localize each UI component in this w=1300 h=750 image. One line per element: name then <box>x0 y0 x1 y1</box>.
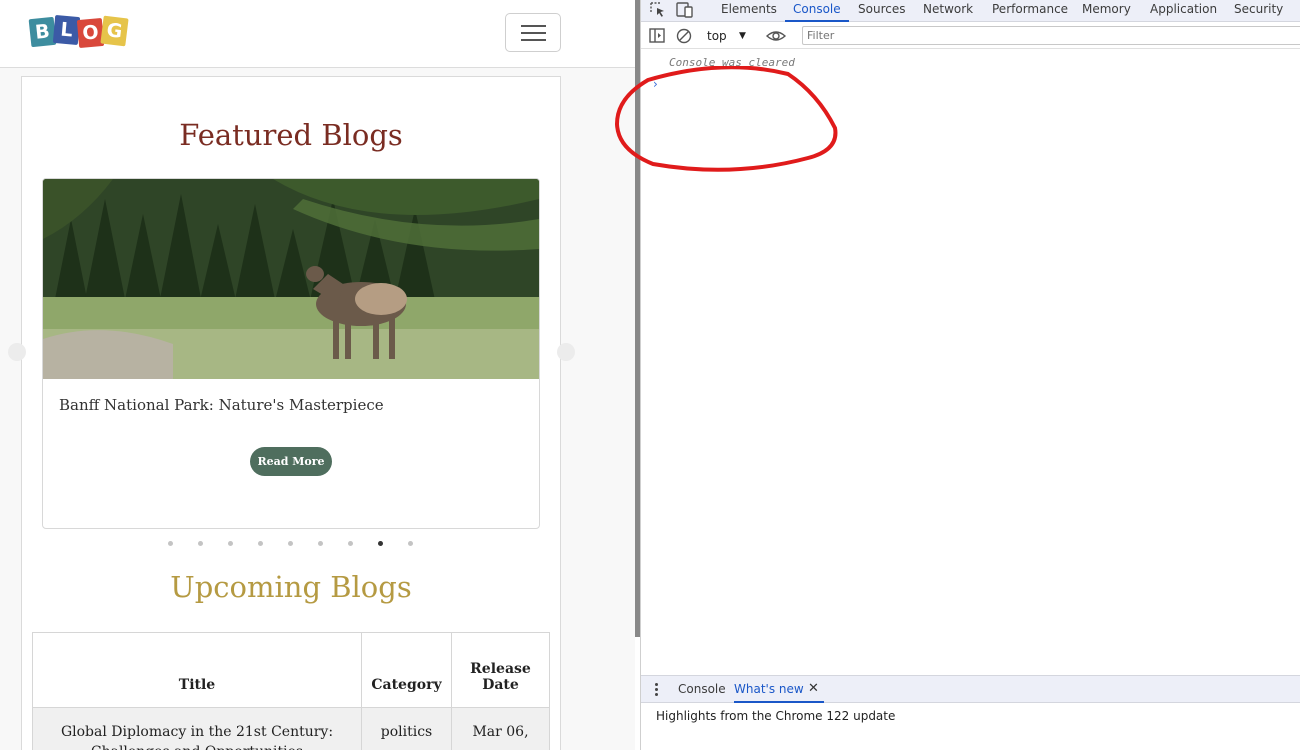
read-more-button[interactable]: Read More <box>250 447 332 476</box>
carousel-indicators <box>168 541 428 549</box>
upcoming-blogs-table: Title Category Release Date Global Diplo… <box>32 632 550 750</box>
featured-carousel: Banff National Park: Nature's Masterpiec… <box>42 178 540 529</box>
menu-toggle-button[interactable] <box>505 13 561 52</box>
tab-performance[interactable]: Performance <box>992 0 1068 22</box>
console-cleared-message: Console was cleared <box>669 56 795 69</box>
console-toolbar: top ▼ <box>641 23 1300 49</box>
hamburger-icon <box>521 25 546 27</box>
blog-page: B L O G Featured Blogs Banff National Pa… <box>0 0 635 750</box>
live-expression-eye-icon[interactable] <box>765 27 787 45</box>
table-cell-title: Global Diplomacy in the 21st Century: Ch… <box>32 707 362 750</box>
carousel-dot[interactable] <box>378 541 383 546</box>
carousel-dot[interactable] <box>198 541 203 546</box>
sidebar-toggle-icon[interactable] <box>648 27 668 45</box>
carousel-dot[interactable] <box>168 541 173 546</box>
context-value: top <box>707 29 727 43</box>
table-row: Global Diplomacy in the 21st Century: Ch… <box>32 707 550 750</box>
carousel-dot[interactable] <box>228 541 233 546</box>
table-cell-release-date: Mar 06, <box>451 707 550 750</box>
inspect-element-icon[interactable] <box>648 1 668 19</box>
carousel-dot[interactable] <box>318 541 323 546</box>
console-prompt-caret-icon[interactable]: › <box>653 77 658 91</box>
featured-blogs-heading: Featured Blogs <box>179 118 403 152</box>
carousel-dot[interactable] <box>288 541 293 546</box>
more-options-icon[interactable] <box>653 682 661 698</box>
table-cell-category: politics <box>361 707 452 750</box>
hamburger-icon-line <box>521 32 546 34</box>
tab-console[interactable]: Console <box>785 0 849 22</box>
column-header-release-date: Release Date <box>451 632 550 708</box>
hamburger-icon-line <box>521 39 546 41</box>
drawer-tab-console[interactable]: Console <box>678 676 726 703</box>
navbar: B L O G <box>0 0 635 68</box>
table-header-row: Title Category Release Date <box>32 632 550 708</box>
logo-letter-l: L <box>52 14 81 46</box>
close-icon[interactable]: ✕ <box>808 682 819 696</box>
devtools-drawer-tabbar: Console What's new ✕ <box>641 675 1300 703</box>
tab-network[interactable]: Network <box>923 0 973 22</box>
devtools-tabbar: Elements Console Sources Network Perform… <box>641 0 1300 22</box>
clear-console-icon[interactable] <box>675 27 695 45</box>
carousel-prev-button[interactable] <box>8 343 26 361</box>
column-header-category: Category <box>361 632 452 708</box>
whats-new-highlights: Highlights from the Chrome 122 update <box>656 709 896 723</box>
slide-image-elk[interactable] <box>43 179 539 379</box>
red-circle-annotation <box>614 66 838 172</box>
logo-letter-g: G <box>100 15 129 47</box>
tab-sources[interactable]: Sources <box>858 0 905 22</box>
upcoming-blogs-heading: Upcoming Blogs <box>170 570 412 604</box>
carousel-dot[interactable] <box>408 541 413 546</box>
logo-letter-o: O <box>76 17 105 49</box>
dropdown-arrow-icon: ▼ <box>739 31 746 41</box>
carousel-dot[interactable] <box>258 541 263 546</box>
logo-letter-b: B <box>28 16 57 48</box>
console-output: Console was cleared › <box>614 50 1300 674</box>
tab-application[interactable]: Application <box>1150 0 1217 22</box>
context-selector[interactable]: top ▼ <box>707 26 757 46</box>
console-filter-input[interactable] <box>802 26 1300 45</box>
carousel-next-button[interactable] <box>557 343 575 361</box>
devtools-panel: Elements Console Sources Network Perform… <box>614 0 1300 750</box>
column-header-title: Title <box>32 632 362 708</box>
blog-logo[interactable]: B L O G <box>28 14 130 49</box>
slide-title[interactable]: Banff National Park: Nature's Masterpiec… <box>59 396 384 414</box>
tab-memory[interactable]: Memory <box>1082 0 1131 22</box>
device-toolbar-icon[interactable] <box>675 1 695 19</box>
tab-elements[interactable]: Elements <box>721 0 777 22</box>
tab-security[interactable]: Security <box>1234 0 1283 22</box>
carousel-dot[interactable] <box>348 541 353 546</box>
